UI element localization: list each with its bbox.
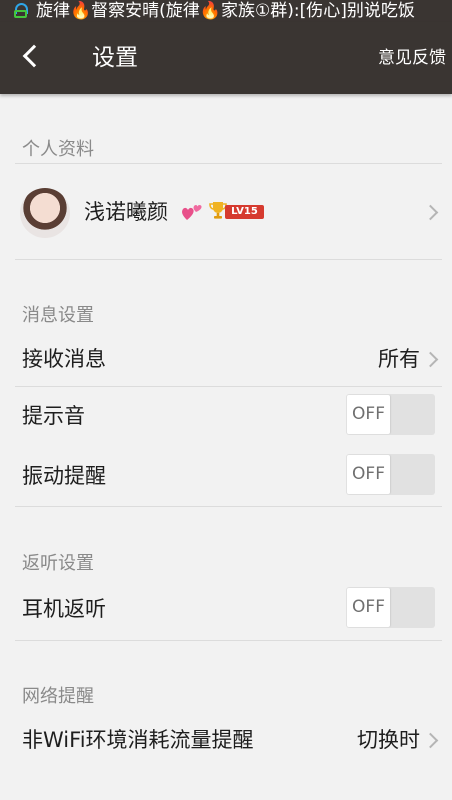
vibration-label: 振动提醒 — [22, 464, 106, 488]
divider — [15, 259, 442, 260]
status-bar: 旋律🔥督察安晴(旋律🔥家族①群):[伤心]别说吃饭 — [0, 0, 452, 22]
profile-nickname: 浅诺曦颜 — [84, 200, 168, 224]
notification-text: 旋律🔥督察安晴(旋律🔥家族①群):[伤心]别说吃饭 — [36, 1, 415, 21]
notification-app-icon — [12, 2, 30, 20]
toggle-knob: OFF — [347, 455, 390, 494]
feedback-button[interactable]: 意见反馈 — [378, 46, 446, 70]
toggle-state-label: OFF — [352, 597, 385, 617]
level-badge: LV15 — [225, 205, 264, 219]
divider — [15, 386, 442, 387]
divider — [15, 163, 442, 164]
vibration-toggle[interactable]: OFF — [346, 454, 435, 495]
section-label-message: 消息设置 — [22, 305, 94, 326]
chevron-right-icon — [422, 351, 439, 368]
receive-messages-label: 接收消息 — [22, 347, 106, 371]
notification-sound-toggle[interactable]: OFF — [346, 394, 435, 435]
page-title: 设置 — [92, 45, 138, 71]
chevron-right-icon — [422, 732, 439, 749]
divider — [15, 640, 442, 641]
chevron-right-icon — [422, 204, 439, 221]
toggle-knob: OFF — [347, 588, 390, 627]
receive-messages-value: 所有 — [378, 347, 420, 371]
hearts-icon — [182, 204, 202, 220]
section-label-profile: 个人资料 — [22, 139, 94, 160]
toggle-state-label: OFF — [352, 464, 385, 484]
section-label-network: 网络提醒 — [22, 686, 94, 707]
earphone-monitor-label: 耳机返听 — [22, 597, 106, 621]
wifi-traffic-reminder-value: 切换时 — [357, 728, 420, 752]
back-arrow-icon[interactable] — [22, 44, 46, 68]
earphone-monitor-toggle[interactable]: OFF — [346, 587, 435, 628]
top-bar: 设置 意见反馈 — [0, 22, 452, 94]
avatar — [20, 188, 70, 238]
divider — [15, 506, 442, 507]
notification-sound-label: 提示音 — [22, 404, 85, 428]
toggle-state-label: OFF — [352, 404, 385, 424]
toggle-knob: OFF — [347, 395, 390, 434]
wifi-traffic-reminder-label: 非WiFi环境消耗流量提醒 — [22, 728, 254, 752]
section-label-monitor: 返听设置 — [22, 553, 94, 574]
